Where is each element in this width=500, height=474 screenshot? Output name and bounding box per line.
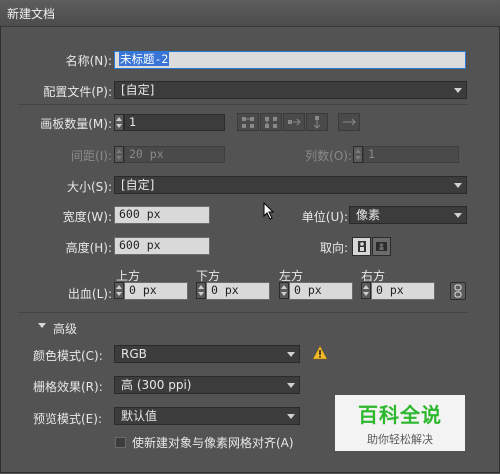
chevron-down-icon [287,414,295,419]
bleed-top-input[interactable]: 0 px [124,282,188,300]
watermark: 百科全说 助你轻松解决 [335,395,465,451]
width-label: 宽度(W): [62,210,112,224]
align-pixel-grid-checkbox[interactable] [115,437,126,448]
preview-mode-label: 预览模式(E): [33,412,102,426]
chevron-down-icon [454,213,462,218]
watermark-main-text: 百科全说 [358,403,442,427]
preview-mode-value: 默认值 [121,409,158,423]
columns-label: 列数(O): [305,149,352,163]
units-label: 单位(U): [301,210,348,224]
bleed-top-stepper[interactable] [114,282,124,299]
warning-icon [312,345,328,360]
columns-input[interactable]: 1 [363,146,459,163]
raster-effects-label: 栅格效果(R): [33,380,103,394]
width-input[interactable]: 600 px [114,206,210,224]
height-input[interactable]: 600 px [114,237,210,255]
size-label: 大小(S): [66,180,112,194]
bleed-left-stepper[interactable] [279,282,289,299]
units-value: 像素 [356,208,381,222]
grid-by-column-icon[interactable] [260,113,282,131]
bleed-right-stepper[interactable] [361,282,371,299]
color-mode-value: RGB [121,347,147,361]
spacing-stepper[interactable] [114,146,124,163]
portrait-icon [358,241,366,252]
artboards-stepper[interactable] [114,114,124,131]
bleed-left-input[interactable]: 0 px [289,282,353,300]
bleed-bottom-input[interactable]: 0 px [206,282,270,300]
window-title: 新建文档 [7,7,56,21]
divider [18,312,468,313]
chevron-down-icon [454,88,462,93]
chevron-down-icon [454,183,462,188]
raster-effects-value: 高 (300 ppi) [121,378,192,392]
size-dropdown[interactable]: [自定] [114,176,467,194]
chevron-down-icon [287,352,295,357]
bleed-bottom-stepper[interactable] [196,282,206,299]
chevron-down-icon [287,383,295,388]
advanced-label: 高级 [53,322,78,336]
height-label: 高度(H): [65,241,112,255]
name-input[interactable]: 未标题-2 [114,51,466,69]
title-bar: 新建文档 [0,0,500,27]
divider [18,104,468,105]
portrait-orientation-button[interactable] [352,237,371,256]
align-pixel-grid-label: 使新建对象与像素网格对齐(A) [132,436,294,450]
grid-by-row-icon[interactable] [237,113,259,131]
name-value: 未标题-2 [119,52,170,66]
orientation-label: 取向: [319,241,348,255]
artboards-label: 画板数量(M): [40,117,112,131]
link-bleed-button[interactable] [450,282,466,300]
profile-dropdown[interactable]: [自定] [114,81,467,99]
spacing-label: 间距(I): [71,149,112,163]
color-mode-label: 颜色模式(C): [33,349,103,363]
name-label: 名称(N): [65,54,112,68]
watermark-sub-text: 助你轻松解决 [367,433,433,446]
units-dropdown[interactable]: 像素 [349,206,467,224]
columns-stepper[interactable] [353,146,363,163]
size-value: [自定] [121,178,155,192]
bleed-label: 出血(L): [67,287,112,301]
bleed-right-input[interactable]: 0 px [371,282,435,300]
landscape-orientation-button[interactable] [372,237,391,256]
color-mode-dropdown[interactable]: RGB [114,345,300,363]
arrange-by-row-icon[interactable] [283,113,305,131]
landscape-icon [376,242,387,251]
mouse-cursor-icon [263,202,275,220]
preview-mode-dropdown[interactable]: 默认值 [114,407,300,425]
rtl-layout-icon[interactable] [338,113,360,131]
profile-value: [自定] [121,83,155,97]
artboards-input[interactable]: 1 [124,114,225,131]
profile-label: 配置文件(P): [43,85,112,99]
spacing-input[interactable]: 20 px [124,146,225,163]
raster-effects-dropdown[interactable]: 高 (300 ppi) [114,376,300,394]
chain-link-icon [454,284,462,298]
arrange-by-column-icon[interactable] [306,113,328,131]
triangle-down-icon [38,323,46,328]
